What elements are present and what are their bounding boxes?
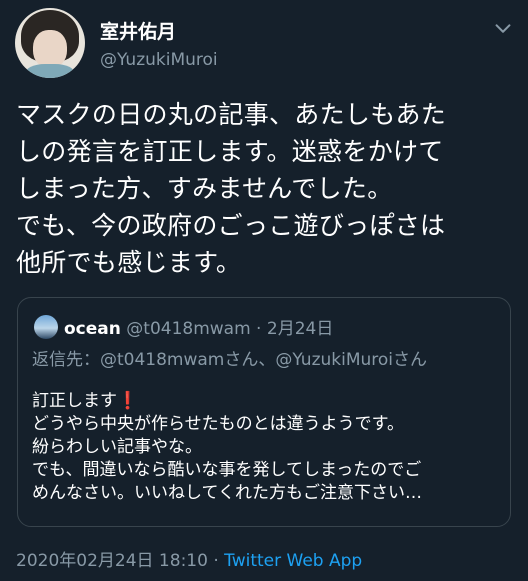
tweet-text-line: マスクの日の丸の記事、あたしもあた [16, 100, 447, 129]
author-avatar[interactable] [15, 8, 85, 78]
exclamation-icon: ❗ [117, 391, 139, 411]
quoted-author-avatar [34, 315, 58, 339]
tweet: 室井佑月 @YuzukiMuroi マスクの日の丸の記事、あたしもあた しの発言… [0, 0, 528, 581]
quoted-tweet-header: ocean @t0418mwam · 2月24日 [64, 314, 333, 339]
chevron-down-icon[interactable] [492, 18, 514, 40]
header-separator: · [250, 319, 267, 339]
tweet-text: マスクの日の丸の記事、あたしもあた しの発言を訂正します。迷惑をかけて しまった… [16, 96, 516, 281]
author-handle[interactable]: @YuzukiMuroi [100, 50, 218, 70]
avatar-shirt [25, 64, 75, 78]
quoted-text-line: めんなさい。いいねしてくれた方もご注意下さい… [32, 483, 422, 503]
quoted-tweet[interactable]: ocean @t0418mwam · 2月24日 返信先：@t0418mwamさ… [17, 297, 511, 527]
tweet-text-line: しまった方、すみませんでした。 [16, 174, 393, 203]
meta-separator: · [207, 551, 225, 571]
quoted-author-name: ocean [64, 319, 121, 339]
tweet-text-line: 他所でも感じます。 [16, 248, 242, 277]
quoted-tweet-text: 訂正します❗ どうやら中央が作らせたものとは違うようです。 紛らわしい記事やな。… [32, 390, 422, 505]
quoted-tweet-date: 2月24日 [266, 319, 334, 339]
quoted-text-line: 訂正します❗ [32, 390, 422, 413]
avatar-face [33, 30, 67, 68]
quoted-text-first: 訂正します [32, 391, 117, 411]
tweet-timestamp[interactable]: 2020年02月24日 18:10 [16, 551, 208, 571]
reply-to-line: 返信先：@t0418mwamさん、@YuzukiMuroiさん [32, 350, 428, 370]
tweet-meta: 2020年02月24日 18:10 · Twitter Web App [16, 546, 362, 571]
quoted-text-line: 紛らわしい記事やな。 [32, 437, 202, 457]
tweet-text-line: でも、今の政府のごっこ遊びっぽさは [16, 211, 446, 240]
quoted-text-line: でも、間違いなら酷いな事を発してしまったのでご [32, 460, 422, 480]
quoted-author-handle: @t0418mwam [126, 319, 251, 339]
author-display-name[interactable]: 室井佑月 [100, 17, 176, 44]
tweet-text-line: しの発言を訂正します。迷惑をかけて [16, 137, 444, 166]
tweet-source-link[interactable]: Twitter Web App [224, 551, 362, 571]
quoted-text-line: どうやら中央が作らせたものとは違うようです。 [32, 414, 404, 434]
